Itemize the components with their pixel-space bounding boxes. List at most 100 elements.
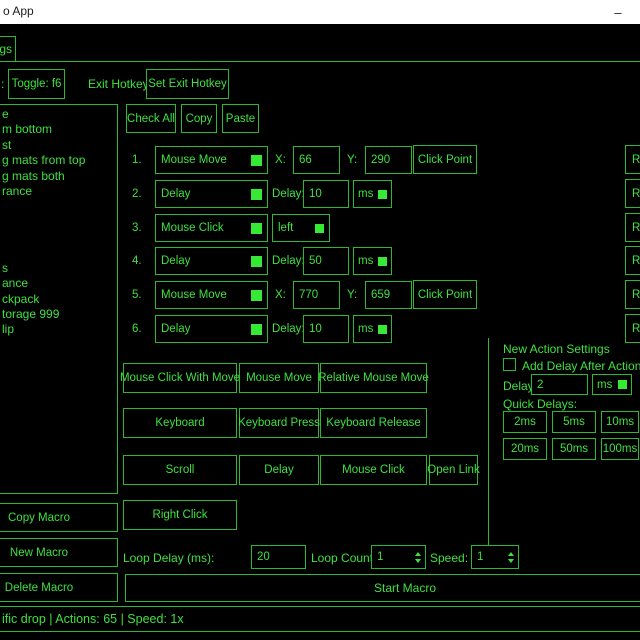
remove-action-button[interactable]: R [625,179,640,208]
add-mouse-click-button[interactable]: Mouse Click [320,455,427,485]
new-macro-button[interactable]: New Macro [0,538,118,567]
add-scroll-button[interactable]: Scroll [123,455,237,485]
delay-label: Delay: [272,247,305,275]
delay-unit-dropdown[interactable]: ms [353,247,392,275]
action-type-value: Delay [161,255,190,267]
remove-action-button[interactable]: R [625,145,640,174]
x-label: X: [275,281,286,309]
action-type-dropdown[interactable]: Delay [155,315,268,343]
quick-delay-20ms-button[interactable]: 20ms [503,438,547,460]
delete-macro-button[interactable]: Delete Macro [0,573,118,602]
y-input[interactable]: 290 [365,146,412,174]
remove-action-button[interactable]: R [625,213,640,242]
macro-list-item[interactable]: g mats from top [0,153,117,168]
quick-delay-50ms-button[interactable]: 50ms [552,438,596,460]
delay-input[interactable]: 10 [303,315,349,343]
spinner-arrows-icon[interactable] [415,552,421,563]
check-all-button[interactable]: Check All [126,104,176,133]
action-number: 4. [132,247,142,275]
add-relative-mouse-move-button[interactable]: Relative Mouse Move [320,363,427,393]
macro-list-item[interactable] [0,230,117,245]
macro-list-item[interactable] [0,215,117,230]
speed-stepper[interactable]: 1 [471,545,519,569]
macro-list-item[interactable]: ckpack [0,292,117,307]
spinner-arrows-icon[interactable] [508,552,514,563]
loop-delay-input[interactable]: 20 [251,545,306,569]
dropdown-indicator-icon [251,155,262,166]
quick-delay-5ms-button[interactable]: 5ms [552,411,596,433]
new-action-delay-unit-dropdown[interactable]: ms [592,374,632,395]
toggle-hotkey-button[interactable]: Toggle: f6 [8,69,65,99]
quick-delays-label: Quick Delays: [503,397,577,411]
remove-action-button[interactable]: R [625,314,640,343]
add-keyboard-press-button[interactable]: Keyboard Press [239,408,319,438]
macro-list-item[interactable] [0,246,117,261]
macro-list-item[interactable] [0,199,117,214]
macro-list-item[interactable]: m bottom [0,122,117,137]
y-label: Y: [347,146,357,174]
action-type-dropdown[interactable]: Delay [155,180,268,208]
action-row: 6. Delay Delay: 10 ms [126,315,640,343]
macro-list-item[interactable]: e [0,107,117,122]
add-keyboard-release-button[interactable]: Keyboard Release [320,408,427,438]
add-keyboard-button[interactable]: Keyboard [123,408,237,438]
add-right-click-button[interactable]: Right Click [123,500,237,530]
action-type-dropdown[interactable]: Delay [155,247,268,275]
macro-list-item[interactable]: st [0,138,117,153]
paste-button[interactable]: Paste [222,104,259,133]
minimize-button[interactable]: – [600,0,636,24]
macro-list-item[interactable]: ance [0,276,117,291]
x-input[interactable]: 770 [293,281,340,309]
set-exit-hotkey-button[interactable]: Set Exit Hotkey [146,69,229,99]
dropdown-indicator-icon [618,380,627,389]
delay-unit-dropdown[interactable]: ms [353,180,392,208]
action-type-value: Delay [161,323,190,335]
add-mouse-click-with-move-button[interactable]: Mouse Click With Move [123,363,237,393]
dropdown-indicator-icon [251,189,262,200]
macro-list-item[interactable]: s [0,261,117,276]
loop-count-stepper[interactable]: 1 [371,545,426,569]
delay-input[interactable]: 50 [303,247,349,275]
x-label: X: [275,146,286,174]
click-point-button[interactable]: Click Point [413,280,477,309]
add-delay-button[interactable]: Delay [239,455,319,485]
action-type-dropdown[interactable]: Mouse Move [155,281,268,309]
delay-input[interactable]: 10 [303,180,349,208]
remove-action-button[interactable]: R [625,246,640,275]
macro-list-item[interactable]: g mats both [0,169,117,184]
action-type-value: Mouse Move [161,154,227,166]
action-type-dropdown[interactable]: Mouse Click [155,214,268,242]
remove-action-button[interactable]: R [625,280,640,309]
macro-list[interactable]: e m bottom st g mats from top g mats bot… [0,104,118,494]
copy-button[interactable]: Copy [181,104,217,133]
window-title: o App [3,4,34,18]
macro-list-item[interactable]: rance [0,184,117,199]
add-mouse-move-button[interactable]: Mouse Move [239,363,319,393]
macro-list-item[interactable]: lip [0,322,117,337]
action-row: 2. Delay Delay: 10 ms [126,180,640,208]
start-macro-button[interactable]: Start Macro [125,574,640,602]
delay-label: Delay: [272,180,305,208]
quick-delay-100ms-button[interactable]: 100ms [601,438,639,460]
quick-delay-2ms-button[interactable]: 2ms [503,411,547,433]
action-number: 3. [132,214,142,242]
toggle-hotkey-label: : [1,77,4,91]
delay-unit-dropdown[interactable]: ms [353,315,392,343]
click-button-value: left [278,222,293,234]
copy-macro-button[interactable]: Copy Macro [0,503,118,532]
dropdown-indicator-icon [315,224,324,233]
x-input[interactable]: 66 [293,146,340,174]
action-number: 5. [132,281,142,309]
click-point-button[interactable]: Click Point [413,145,477,174]
macro-list-items: e m bottom st g mats from top g mats bot… [0,105,117,338]
new-action-delay-input[interactable]: 2 [531,374,588,395]
click-button-dropdown[interactable]: left [272,214,330,242]
y-label: Y: [347,281,357,309]
add-open-link-button[interactable]: Open Link [429,455,478,485]
macro-list-item[interactable]: torage 999 [0,307,117,322]
tab-settings[interactable]: gs [0,36,16,62]
quick-delay-10ms-button[interactable]: 10ms [601,411,639,433]
y-input[interactable]: 659 [365,281,412,309]
action-type-dropdown[interactable]: Mouse Move [155,146,268,174]
add-delay-after-action-checkbox[interactable] [503,358,516,371]
